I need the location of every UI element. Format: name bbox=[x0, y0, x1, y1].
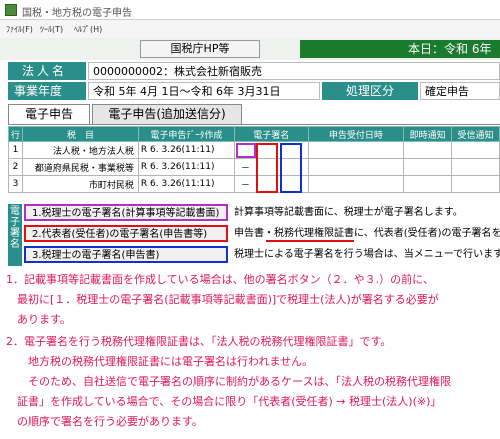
signature-dash: － bbox=[240, 163, 250, 174]
table-header-row: 行 税 目 電子申告ﾃﾞｰﾀ作成 電子署名 申告受付日時 即時通知 受信通知 bbox=[8, 126, 500, 142]
note-line: 最初に[１．税理士の電子署名(記載事項等記載書面)]で税理士(法人)が署名する必… bbox=[6, 293, 439, 306]
row-number: 1 bbox=[8, 141, 23, 159]
row-number: 3 bbox=[8, 175, 23, 193]
sign-desc-3: 税理士による電子署名を行う場合は、当メニューで行います。 bbox=[234, 249, 500, 260]
note-line: の順序で署名を行う必要があります。 bbox=[6, 415, 203, 428]
tax-item: 市町村民税 bbox=[21, 175, 139, 193]
table-row[interactable]: 2 都道府県民税・事業税等 R 6. 3.26(11:11) － bbox=[8, 158, 500, 176]
notice-cell bbox=[451, 158, 500, 176]
created-date: R 6. 3.26(11:11) bbox=[137, 175, 235, 193]
received-cell bbox=[307, 141, 405, 159]
menu-tool[interactable]: ﾂｰﾙ(T) bbox=[40, 24, 63, 35]
menu-help[interactable]: ﾍﾙﾌﾟ(H) bbox=[74, 24, 102, 35]
col-header-tax: 税 目 bbox=[21, 126, 139, 142]
blue-highlight-box bbox=[280, 143, 302, 193]
corp-name-label: 法人名 bbox=[8, 62, 86, 80]
fiscal-year-value: 令和 5年 4月 1日～令和 6年 3月31日 bbox=[88, 82, 320, 100]
col-header-instant: 即時通知 bbox=[403, 126, 453, 142]
instant-cell bbox=[403, 141, 453, 159]
process-type-value: 確定申告 bbox=[420, 82, 500, 100]
tax-item: 都道府県民税・事業税等 bbox=[21, 158, 139, 176]
fiscal-year-label: 事業年度 bbox=[8, 82, 86, 100]
table-row[interactable]: 3 市町村民税 R 6. 3.26(11:11) － bbox=[8, 175, 500, 193]
received-cell bbox=[307, 175, 405, 193]
red-underline bbox=[266, 240, 354, 242]
today-date: 本日：令和 6年 bbox=[300, 40, 500, 58]
tab-e-filing[interactable]: 電子申告 bbox=[8, 104, 90, 124]
col-header-created: 電子申告ﾃﾞｰﾀ作成 bbox=[137, 126, 235, 142]
instant-cell bbox=[403, 175, 453, 193]
menu-file[interactable]: ﾌｧｲﾙ(F) bbox=[6, 24, 33, 35]
sign-desc-1: 計算事項等記載書面に、税理士が電子署名します。 bbox=[234, 207, 463, 218]
note-line: あります。 bbox=[6, 313, 71, 326]
process-type-label: 処理区分 bbox=[322, 82, 418, 100]
sign-button-representative[interactable]: 2.代表者(受任者)の電子署名(申告書等) bbox=[24, 225, 228, 242]
sign-button-tax-accountant-calc[interactable]: 1.税理士の電子署名(計算事項等記載書面) bbox=[24, 204, 228, 221]
col-header-signature: 電子署名 bbox=[233, 126, 309, 142]
tab-divider bbox=[8, 124, 500, 125]
created-date: R 6. 3.26(11:11) bbox=[137, 141, 235, 159]
purple-highlight-box bbox=[236, 143, 256, 158]
tab-e-filing-additional[interactable]: 電子申告(追加送信分) bbox=[92, 104, 242, 124]
title-bar: 国税・地方税の電子申告 bbox=[0, 0, 500, 20]
note-line: 2．電子署名を行う税務代理権限証書は、「法人税の税務代理権限証書」です。 bbox=[6, 335, 392, 348]
notice-cell bbox=[451, 141, 500, 159]
col-header-notice: 受信通知 bbox=[451, 126, 500, 142]
window-title: 国税・地方税の電子申告 bbox=[22, 8, 132, 19]
tax-item: 法人税・地方法人税 bbox=[21, 141, 139, 159]
created-date: R 6. 3.26(11:11) bbox=[137, 158, 235, 176]
corp-name-value: 0000000002：株式会社新宿販売 bbox=[88, 62, 500, 80]
received-cell bbox=[307, 158, 405, 176]
signature-dash: － bbox=[240, 180, 250, 191]
notice-cell bbox=[451, 175, 500, 193]
esig-side-label: 電子署名 bbox=[8, 204, 22, 266]
row-number: 2 bbox=[8, 158, 23, 176]
col-header-received: 申告受付日時 bbox=[307, 126, 405, 142]
filing-table: 行 税 目 電子申告ﾃﾞｰﾀ作成 電子署名 申告受付日時 即時通知 受信通知 1… bbox=[8, 126, 500, 193]
note-line: そのため、自社送信で電子署名の順序に制約があるケースは、「法人税の税務代理権限 bbox=[6, 375, 451, 388]
red-highlight-box bbox=[256, 143, 278, 193]
col-header-row: 行 bbox=[8, 126, 23, 142]
note-line: 1．記載事項等記載書面を作成している場合は、他の署名ボタン（２．や３.）の前に、 bbox=[6, 273, 434, 286]
sign-button-tax-accountant-return[interactable]: 3.税理士の電子署名(申告書) bbox=[24, 246, 228, 263]
instant-cell bbox=[403, 158, 453, 176]
nta-hp-button[interactable]: 国税庁HP等 bbox=[140, 40, 260, 58]
note-line: 地方税の税務代理権限証書には電子署名は行われません。 bbox=[6, 355, 314, 368]
menu-bar: ﾌｧｲﾙ(F) ﾂｰﾙ(T) ﾍﾙﾌﾟ(H) bbox=[0, 20, 500, 38]
app-icon bbox=[5, 4, 17, 16]
note-line: 証書」を作成している場合で、その場合に限り「代表者(受任者) → 税理士(法人)… bbox=[6, 395, 442, 408]
